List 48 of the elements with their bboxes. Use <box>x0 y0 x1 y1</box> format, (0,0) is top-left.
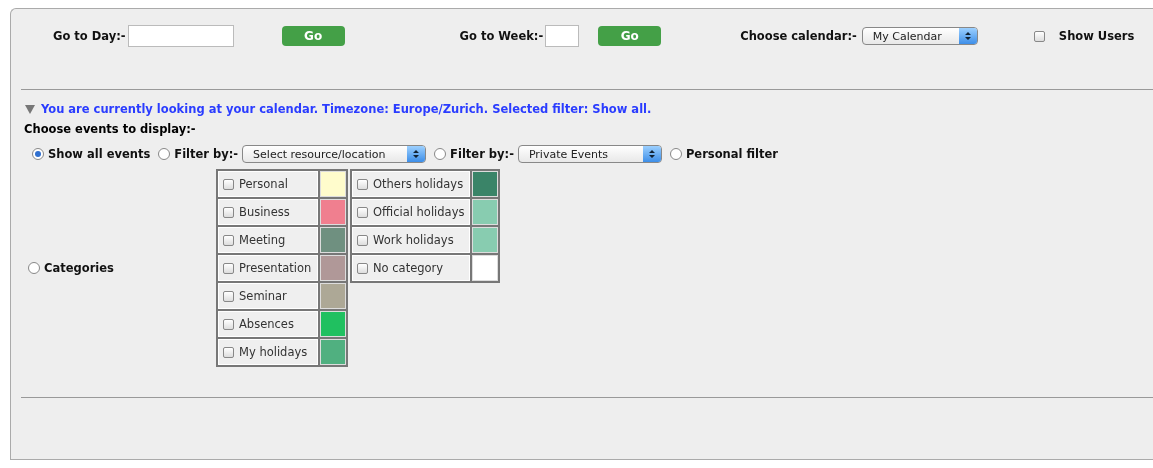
category-label: Seminar <box>239 289 287 303</box>
checkbox[interactable] <box>357 206 368 218</box>
radio-button[interactable] <box>158 148 171 160</box>
radio-button[interactable] <box>32 148 44 160</box>
radio-label: Categories <box>44 261 114 275</box>
filter-select[interactable]: Private Events <box>517 145 662 163</box>
category-label: My holidays <box>239 345 308 359</box>
calendar-select[interactable]: My Calendar <box>861 27 978 45</box>
stepper-icon <box>413 149 420 159</box>
checkbox[interactable] <box>223 318 234 330</box>
radio-label: Personal filter <box>685 147 778 161</box>
checkbox[interactable] <box>357 178 368 190</box>
day-input-field[interactable] <box>127 25 234 47</box>
category-label: Meeting <box>239 233 286 247</box>
checkbox[interactable] <box>357 234 368 246</box>
checkbox[interactable] <box>223 346 234 358</box>
checkbox[interactable] <box>223 206 234 218</box>
category-label: Work holidays <box>373 233 454 247</box>
info-text: You are currently looking at your calendar. Timezone: Europe/Zurich. Selected filter: Show all. <box>41 102 652 116</box>
field-label: Choose calendar:- <box>740 29 857 43</box>
stepper-icon <box>964 31 971 41</box>
category-label: No category <box>373 261 444 275</box>
field-label: Go to Week:- <box>459 29 544 43</box>
radio-label: Show all events <box>48 147 151 161</box>
category-label: Personal <box>239 177 288 191</box>
filter-select[interactable]: Select resource/location <box>242 145 427 163</box>
checkbox[interactable] <box>223 290 234 302</box>
checkbox[interactable] <box>1033 30 1045 42</box>
checkbox[interactable] <box>223 178 234 190</box>
disclosure-triangle-icon[interactable] <box>25 104 35 114</box>
section-heading: Choose events to display:- <box>23 121 197 136</box>
radio-button[interactable] <box>669 148 682 160</box>
category-label: Presentation <box>239 261 312 275</box>
field-label: Go to Day:- <box>53 29 126 43</box>
category-label: Others holidays <box>373 177 464 191</box>
checkbox[interactable] <box>223 234 234 246</box>
checkbox-label: Show Users <box>1058 29 1135 43</box>
category-label: Official holidays <box>373 205 465 219</box>
radio-label: Filter by:- <box>174 147 239 161</box>
checkbox[interactable] <box>357 262 368 274</box>
week-input-field[interactable] <box>545 25 580 47</box>
radio-button[interactable] <box>434 148 447 160</box>
radio-label: Filter by:- <box>450 147 514 161</box>
category-label: Absences <box>239 317 294 331</box>
checkbox[interactable] <box>223 262 234 274</box>
stepper-icon <box>648 149 655 159</box>
radio-button[interactable] <box>28 262 40 274</box>
category-label: Business <box>239 205 290 219</box>
